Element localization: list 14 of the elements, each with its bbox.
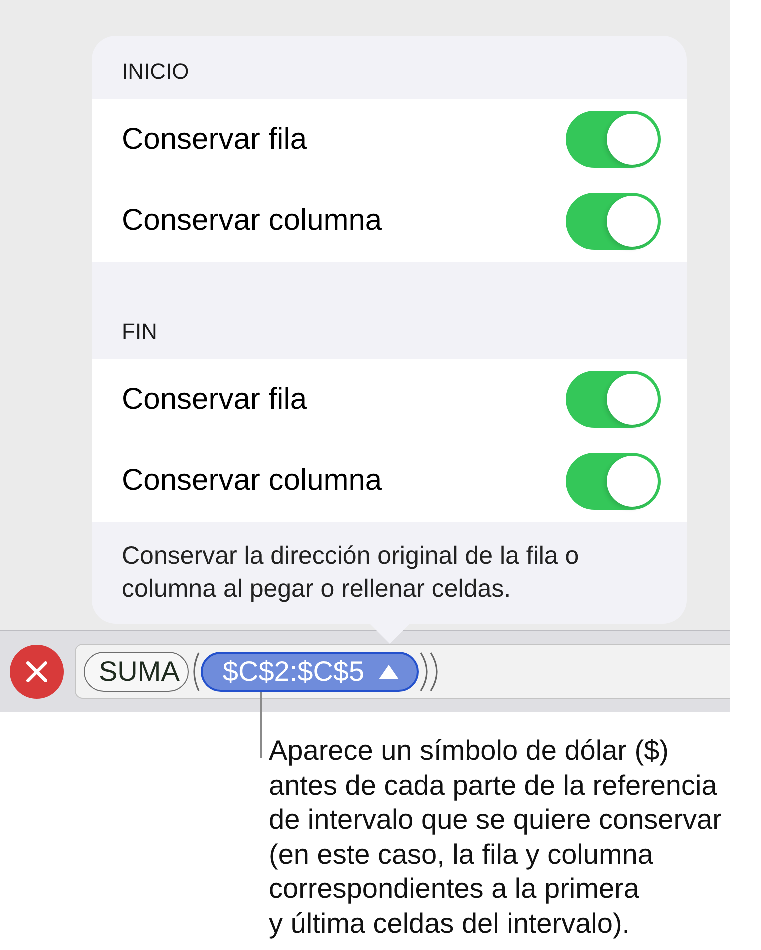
callout-text: Aparece un símbolo de dólar ($) antes de cada parte de la referencia de intervalo que se quiere conservar (en este caso, la fila y columna correspondientes a la primera y última celdas del intervalo).	[269, 734, 722, 941]
setting-label: Conservar columna	[122, 204, 382, 238]
section-header: INICIO	[122, 60, 190, 84]
footer-note: Conservar la dirección original de la fila o columna al pegar o rellenar celdas.	[122, 541, 580, 605]
formula-field[interactable]: SUMA $C$2:$C$5	[75, 644, 730, 699]
setting-label: Conservar fila	[122, 382, 308, 417]
close-icon	[26, 660, 48, 682]
function-token[interactable]: SUMA	[84, 652, 189, 692]
setting-label: Conservar columna	[122, 464, 382, 498]
leader-line	[260, 692, 262, 758]
caret-icon	[378, 664, 399, 678]
cancel-button[interactable]	[10, 644, 64, 698]
setting-label: Conservar fila	[122, 122, 308, 157]
section-header: FIN	[122, 320, 158, 344]
